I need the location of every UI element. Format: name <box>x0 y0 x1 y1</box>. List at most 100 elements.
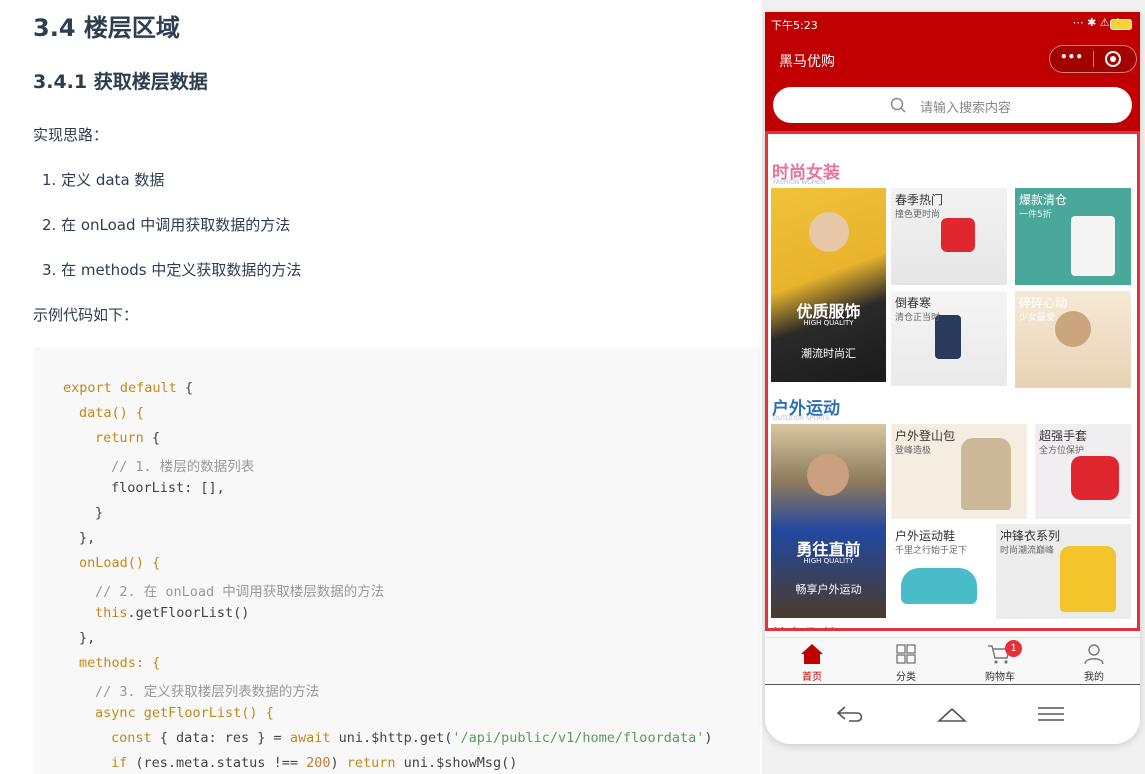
home-nav-icon[interactable] <box>937 704 967 724</box>
code-line: floorList: [], <box>111 480 225 496</box>
tile-product <box>901 568 977 604</box>
code-comment: // 2. 在 onLoad 中调用获取楼层数据的方法 <box>95 584 385 600</box>
model-head <box>809 212 849 252</box>
code-line: data() { <box>79 405 145 421</box>
tile-product <box>1071 216 1115 276</box>
model-head <box>807 454 849 496</box>
tile-subtitle: 千里之行始于足下 <box>895 546 968 556</box>
tab-category[interactable]: 分类 <box>859 638 953 686</box>
tab-profile[interactable]: 我的 <box>1047 638 1140 686</box>
tab-label: 我的 <box>1084 672 1104 683</box>
floor-tile[interactable]: 冲锋衣系列 时尚潮流巅峰 <box>996 524 1131 619</box>
battery-icon <box>1110 19 1132 30</box>
back-icon[interactable] <box>835 704 867 724</box>
code-line: async getFloorList() { <box>95 705 274 721</box>
tab-label: 购物车 <box>985 672 1015 683</box>
tile-title: 冲锋衣系列 <box>1000 529 1061 543</box>
floor-tile[interactable]: 春季热门 撞色更时尚 <box>891 188 1007 285</box>
capsule-divider <box>1093 51 1094 67</box>
intro-text: 实现思路： <box>33 126 109 144</box>
app-title: 黑马优购 <box>779 54 835 70</box>
tile-subtitle: 登峰造极 <box>895 446 932 456</box>
big-image-subtitle: HIGH QUALITY <box>803 319 854 327</box>
more-button[interactable]: ••• <box>1060 50 1083 64</box>
floor-tile[interactable]: 爆款清仓 一件5折 <box>1015 188 1131 285</box>
code-line: } <box>95 505 104 521</box>
document-pane: 3.4 楼层区域 3.4.1 获取楼层数据 实现思路： 1. 定义 data 数… <box>0 0 760 774</box>
tile-product <box>1071 456 1119 500</box>
floor-tile[interactable]: 户外登山包 登峰造极 <box>891 424 1027 519</box>
tile-title: 户外运动鞋 <box>895 529 956 543</box>
big-image-foot: 潮流时尚汇 <box>801 347 856 360</box>
close-mini-program-button[interactable] <box>1105 51 1121 67</box>
floor-tile[interactable]: 超强手套 全方位保护 <box>1035 424 1131 519</box>
search-placeholder: 请输入搜索内容 <box>920 101 1012 116</box>
step-2: 2. 在 onLoad 中调用获取数据的方法 <box>42 216 291 234</box>
tab-cart[interactable]: 1 购物车 <box>953 638 1047 686</box>
tab-label: 首页 <box>802 672 822 683</box>
floor-title: 箱包配饰 <box>772 622 840 628</box>
tile-subtitle: 少女最爱 <box>1019 313 1056 323</box>
tab-bar: 首页 分类 1 购物车 我的 <box>765 637 1140 685</box>
big-image-foot: 畅享户外运动 <box>795 583 862 596</box>
floor-big-image[interactable]: 勇往直前 HIGH QUALITY 畅享户外运动 <box>771 424 886 618</box>
tile-title: 超强手套 <box>1039 429 1088 443</box>
floor-big-image[interactable]: 优质服饰 HIGH QUALITY 潮流时尚汇 <box>771 188 886 382</box>
floor-tile[interactable]: 户外运动鞋 千里之行始于足下 <box>891 524 992 619</box>
search-input[interactable]: 请输入搜索内容 <box>773 87 1132 123</box>
example-text: 示例代码如下： <box>33 306 139 324</box>
tile-subtitle: 一件5折 <box>1019 210 1052 220</box>
code-line: }, <box>79 630 96 646</box>
search-bar: 请输入搜索内容 <box>765 82 1140 132</box>
tile-title: 春季热门 <box>895 193 944 207</box>
tile-product <box>1060 546 1116 612</box>
tile-product <box>1055 311 1091 347</box>
floor-subtitle: OUTDOOR SPORTS <box>773 415 830 422</box>
tile-title: 爆款清仓 <box>1019 193 1068 207</box>
search-icon <box>890 97 906 113</box>
tab-home[interactable]: 首页 <box>765 638 859 686</box>
user-icon <box>1084 644 1104 665</box>
code-line: }, <box>79 530 96 546</box>
system-nav-bar <box>765 686 1140 744</box>
code-line: onLoad() { <box>79 555 161 571</box>
subsection-heading: 3.4.1 获取楼层数据 <box>33 71 208 93</box>
phone-simulator: 下午5:23 ⋯ ✱ ⚠ ıl ≋ 黑马优购 ••• 请输入搜索内容 时尚女装 … <box>765 12 1140 744</box>
tile-subtitle: 全方位保护 <box>1039 446 1085 456</box>
tile-title: 碎碎心动 <box>1019 296 1068 310</box>
status-time: 下午5:23 <box>771 19 818 32</box>
section-heading: 3.4 楼层区域 <box>33 14 180 42</box>
step-3: 3. 在 methods 中定义获取数据的方法 <box>42 261 302 279</box>
menu-icon[interactable] <box>1037 706 1065 722</box>
floor-list: 时尚女装 FASHION WOMEN 优质服饰 HIGH QUALITY 潮流时… <box>765 131 1140 631</box>
floor-tile[interactable]: 倒春寒 清仓正当时 <box>891 291 1007 386</box>
cart-badge: 1 <box>1005 640 1022 657</box>
code-block: export default { data() { return { // 1.… <box>33 347 760 774</box>
tile-title: 倒春寒 <box>895 296 932 310</box>
tile-subtitle: 撞色更时尚 <box>895 210 941 220</box>
tile-title: 户外登山包 <box>895 429 956 443</box>
code-line: if (res.meta.status !== 200) return uni.… <box>111 755 518 771</box>
tile-subtitle: 时尚潮流巅峰 <box>1000 546 1055 556</box>
target-icon <box>1110 56 1116 62</box>
code-line: const { data: res } = await uni.$http.ge… <box>111 730 713 746</box>
floor-tile[interactable]: 碎碎心动 少女最爱 <box>1015 291 1131 388</box>
code-line: export default { <box>63 380 194 396</box>
code-line: return { <box>95 430 161 446</box>
home-icon <box>801 644 823 664</box>
tab-label: 分类 <box>896 672 916 683</box>
tile-product <box>961 438 1011 510</box>
grid-icon <box>896 644 916 664</box>
nav-bar: 黑马优购 ••• <box>765 38 1140 82</box>
tile-product <box>941 218 975 252</box>
code-line: methods: { <box>79 655 161 671</box>
floor-subtitle: FASHION WOMEN <box>773 179 826 186</box>
code-line: this.getFloorList() <box>95 605 250 621</box>
code-comment: // 3. 定义获取楼层列表数据的方法 <box>95 684 320 700</box>
tile-subtitle: 清仓正当时 <box>895 313 941 323</box>
capsule-menu: ••• <box>1049 45 1137 73</box>
big-image-subtitle: HIGH QUALITY <box>803 557 854 565</box>
code-comment: // 1. 楼层的数据列表 <box>111 459 255 475</box>
status-bar: 下午5:23 ⋯ ✱ ⚠ ıl ≋ <box>765 12 1140 38</box>
step-1: 1. 定义 data 数据 <box>42 171 165 189</box>
